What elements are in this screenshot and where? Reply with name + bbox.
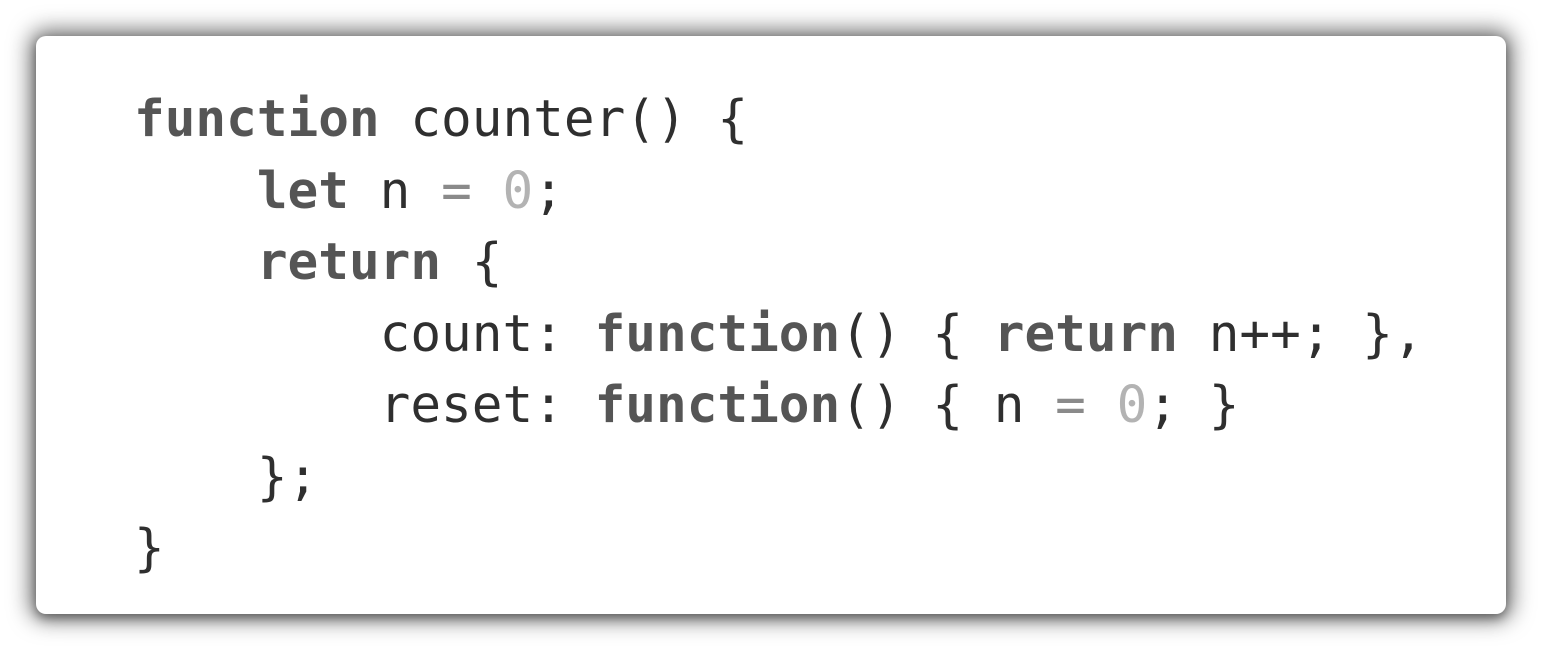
code-block: function counter() { let n = 0; return {… [134, 84, 1506, 585]
code-text: () { [840, 304, 994, 364]
code-text: { [441, 233, 503, 292]
code-text: counter() { [379, 90, 749, 149]
code-line: return { [134, 227, 1506, 299]
code-text: ; } [1147, 376, 1240, 435]
code-text: reset: [379, 376, 595, 435]
code-line: function counter() { [134, 84, 1506, 156]
code-line: }; [134, 442, 1506, 514]
code-operator: = [1055, 376, 1086, 435]
code-line: let n = 0; [134, 156, 1506, 228]
code-number: 0 [502, 161, 534, 221]
code-text: ; [533, 161, 564, 221]
code-number: 0 [1116, 376, 1148, 435]
code-text: }; [256, 447, 319, 507]
code-line: } [134, 513, 1506, 585]
code-text: n++; }, [1177, 304, 1424, 364]
code-keyword: return [993, 304, 1178, 364]
code-text: count: [379, 304, 595, 364]
code-keyword: function [134, 90, 380, 149]
code-text: } [134, 519, 165, 578]
code-keyword: let [256, 161, 349, 221]
screenshot-stage: function counter() { let n = 0; return {… [0, 0, 1542, 650]
code-keyword: return [256, 233, 442, 292]
code-text: n [348, 161, 442, 221]
code-card: function counter() { let n = 0; return {… [36, 36, 1506, 614]
code-text: () { n [840, 376, 1056, 435]
code-line: count: function() { return n++; }, [134, 299, 1506, 371]
code-operator: = [441, 161, 472, 221]
code-keyword: function [594, 304, 841, 364]
code-keyword: function [594, 376, 841, 435]
code-line: reset: function() { n = 0; } [134, 370, 1506, 442]
